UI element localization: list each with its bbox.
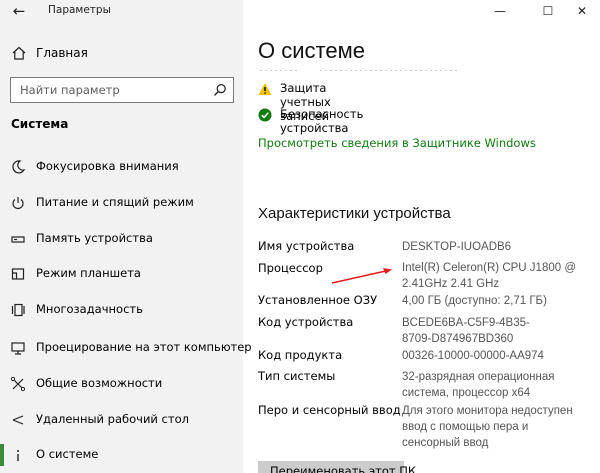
spec-label-system-type: Тип системы bbox=[258, 369, 336, 383]
status-label: Безопасность устройства bbox=[280, 107, 364, 135]
sidebar-item-label: Проецирование на этот компьютер bbox=[36, 340, 252, 354]
spec-value-ram: 4,00 ГБ (доступно: 2,71 ГБ) bbox=[402, 295, 547, 307]
warning-icon bbox=[258, 83, 272, 95]
spec-label-device-name: Имя устройства bbox=[258, 239, 355, 253]
sidebar-item-label: Главная bbox=[36, 46, 88, 60]
sidebar-item-label: Удаленный рабочий стол bbox=[36, 412, 189, 426]
info-icon bbox=[17, 450, 19, 461]
check-icon bbox=[258, 108, 272, 122]
spec-label-product-id: Код продукта bbox=[258, 348, 343, 362]
spec-label-processor: Процессор bbox=[258, 261, 323, 275]
close-button[interactable]: ✕ bbox=[568, 0, 596, 22]
sidebar-item-projecting[interactable]: Проецирование на этот компьютер bbox=[0, 336, 252, 360]
sidebar-item-home[interactable]: Главная bbox=[0, 42, 243, 66]
spec-label-ram: Установленное ОЗУ bbox=[258, 293, 378, 307]
sidebar-item-power[interactable]: Питание и спящий режим bbox=[0, 191, 243, 215]
specs-title: Характеристики устройства bbox=[258, 205, 451, 222]
sidebar: ← Параметры Главная Найти параметр Систе… bbox=[0, 0, 252, 473]
rename-pc-label: Переименовать этот ПК bbox=[270, 464, 417, 473]
sidebar-item-about[interactable]: О системе bbox=[0, 443, 243, 467]
sidebar-item-label: Многозадачность bbox=[36, 302, 143, 316]
search-icon[interactable] bbox=[213, 83, 227, 97]
annotation-arrow bbox=[331, 268, 392, 284]
section-title: Система bbox=[11, 117, 69, 131]
spec-value-system-type: 32-разрядная операционная система, проце… bbox=[402, 371, 555, 399]
tablet-icon bbox=[11, 268, 25, 280]
sidebar-item-storage[interactable]: Память устройства bbox=[0, 227, 243, 251]
sidebar-item-remote-desktop[interactable]: Удаленный рабочий стол bbox=[0, 408, 243, 432]
search-input[interactable]: Найти параметр bbox=[10, 77, 234, 103]
spec-value-device-name: DESKTOP-IUOADB6 bbox=[402, 241, 512, 253]
storage-icon bbox=[11, 236, 25, 243]
spec-label-device-id: Код устройства bbox=[258, 315, 354, 329]
sidebar-item-label: Фокусировка внимания bbox=[36, 159, 179, 173]
search-placeholder: Найти параметр bbox=[20, 83, 120, 97]
home-icon bbox=[12, 46, 26, 60]
sidebar-item-label: Общие возможности bbox=[36, 376, 163, 390]
sidebar-item-label: Режим планшета bbox=[36, 266, 141, 280]
app-title: Параметры bbox=[48, 4, 111, 16]
moon-icon bbox=[12, 160, 26, 174]
active-indicator bbox=[0, 444, 4, 466]
maximize-button[interactable]: ☐ bbox=[534, 0, 562, 22]
rename-pc-button[interactable]: Переименовать этот ПК bbox=[258, 461, 416, 473]
sidebar-item-label: Питание и спящий режим bbox=[36, 195, 194, 209]
sidebar-item-shared[interactable]: Общие возможности bbox=[0, 372, 243, 396]
multitask-icon bbox=[11, 303, 25, 317]
projector-icon bbox=[11, 342, 25, 355]
sidebar-item-label: О системе bbox=[36, 447, 99, 461]
power-icon bbox=[12, 197, 24, 210]
sidebar-item-multitasking[interactable]: Многозадачность bbox=[0, 298, 243, 322]
back-arrow-icon[interactable]: ← bbox=[7, 0, 31, 24]
spec-value-pen-touch: Для этого монитора недоступен ввод с пом… bbox=[402, 405, 573, 449]
sidebar-item-tablet[interactable]: Режим планшета bbox=[0, 262, 243, 286]
sidebar-item-label: Память устройства bbox=[36, 231, 153, 245]
clipped-text-remnant bbox=[260, 70, 460, 71]
remote-desktop-icon bbox=[12, 415, 24, 425]
shared-icon bbox=[10, 376, 26, 392]
minimize-button[interactable]: — bbox=[486, 0, 514, 22]
spec-label-pen-touch: Перо и сенсорный ввод bbox=[258, 403, 401, 417]
spec-value-processor: Intel(R) Celeron(R) CPU J1800 @ 2.41GHz … bbox=[402, 262, 577, 290]
spec-value-device-id: BCEDE6BA-C5F9-4B35-8709-D874967BD360 bbox=[402, 317, 530, 345]
defender-link[interactable]: Просмотреть сведения в Защитнике Windows bbox=[258, 136, 536, 150]
spec-value-product-id: 00326-10000-00000-AA974 bbox=[402, 350, 544, 362]
sidebar-item-focus[interactable]: Фокусировка внимания bbox=[0, 155, 243, 179]
page-title: О системе bbox=[258, 38, 365, 63]
